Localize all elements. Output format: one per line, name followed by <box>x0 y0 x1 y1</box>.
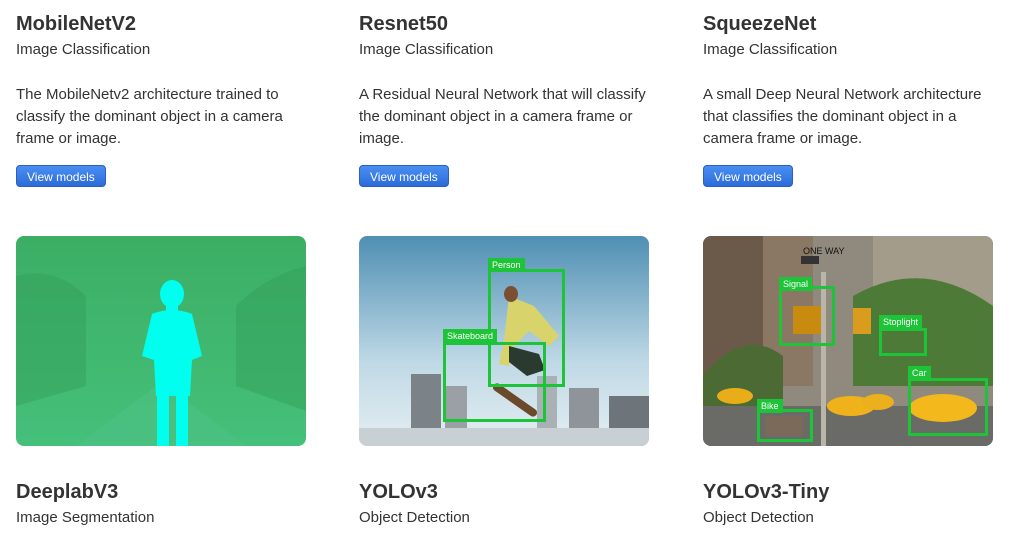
model-category: Image Classification <box>703 41 838 58</box>
model-category: Object Detection <box>703 509 814 526</box>
model-description: A Residual Neural Network that will clas… <box>359 86 646 147</box>
signal-detection-box <box>779 286 835 346</box>
model-category: Image Classification <box>359 41 494 58</box>
model-title: YOLOv3 <box>359 481 438 503</box>
model-card-mobilenetv2: MobileNetV2 Image Classification The Mob… <box>16 12 316 187</box>
skateboard-label: Skateboard <box>443 329 498 343</box>
car-label: Car <box>908 366 931 380</box>
bike-label: Bike <box>757 399 783 413</box>
model-card-resnet50: Resnet50 Image Classification A Residual… <box>359 12 659 187</box>
model-category: Image Classification <box>16 41 151 58</box>
signal-label: Signal <box>779 277 813 291</box>
model-card-deeplabv3: DeeplabV3 Image Segmentation <box>16 480 316 528</box>
skateboard-detection-box <box>443 342 546 422</box>
model-card-yolov3: YOLOv3 Object Detection <box>359 480 659 528</box>
model-card-squeezenet: SqueezeNet Image Classification A small … <box>703 12 1003 187</box>
stoplight-label: Stoplight <box>879 315 923 329</box>
view-models-button[interactable]: View models <box>359 165 449 187</box>
stoplight-detection-box <box>879 328 927 356</box>
model-title: YOLOv3-Tiny <box>703 481 830 503</box>
yolov3-tiny-thumbnail[interactable]: ONE WAY Signal Stoplight Car Bike <box>703 236 993 446</box>
model-card-yolov3-tiny: YOLOv3-Tiny Object Detection <box>703 480 1003 528</box>
person-label: Person <box>488 258 525 272</box>
bike-detection-box <box>757 409 813 442</box>
car-detection-box <box>908 378 988 436</box>
yolov3-thumbnail[interactable]: Person Skateboard <box>359 236 649 446</box>
model-title: DeeplabV3 <box>16 481 119 503</box>
model-title: Resnet50 <box>359 13 448 35</box>
model-category: Image Segmentation <box>16 509 155 526</box>
model-category: Object Detection <box>359 509 470 526</box>
view-models-button[interactable]: View models <box>703 165 793 187</box>
model-title: SqueezeNet <box>703 13 817 35</box>
one-way-sign: ONE WAY <box>803 246 845 256</box>
deeplabv3-thumbnail[interactable] <box>16 236 306 446</box>
segmentation-image <box>16 236 306 446</box>
view-models-button[interactable]: View models <box>16 165 106 187</box>
model-description: The MobileNetv2 architecture trained to … <box>16 86 283 147</box>
model-title: MobileNetV2 <box>16 13 137 35</box>
model-description: A small Deep Neural Network architecture… <box>703 86 982 147</box>
